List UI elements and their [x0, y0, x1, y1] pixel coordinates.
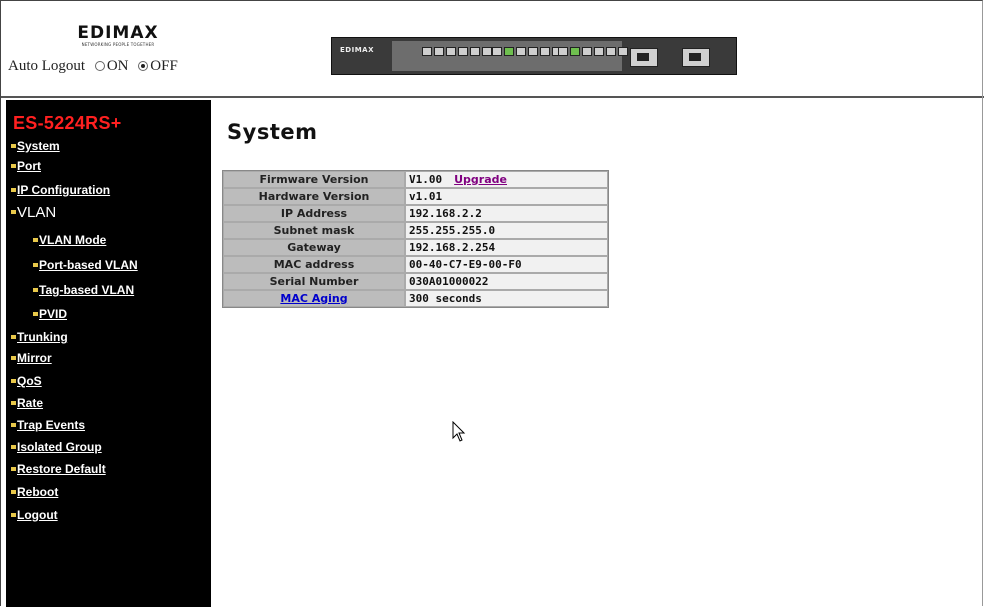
sidebar-item-port-based-vlan[interactable]: Port-based VLAN	[33, 258, 138, 272]
port-group-3	[558, 47, 628, 67]
bullet-icon	[11, 143, 16, 148]
model-name: ES-5224RS+	[13, 113, 122, 133]
bullet-icon	[11, 489, 16, 494]
auto-logout-on-radio[interactable]	[94, 61, 105, 72]
bullet-icon	[33, 287, 38, 292]
sidebar-item-pvid[interactable]: PVID	[33, 307, 67, 321]
table-row: Firmware Version V1.00 Upgrade	[223, 171, 608, 188]
mac-aging-value: 300 seconds	[405, 290, 608, 307]
bullet-icon	[11, 422, 16, 427]
system-info-table: Firmware Version V1.00 Upgrade Hardware V…	[222, 170, 609, 308]
auto-logout-off-label: OFF	[150, 58, 178, 74]
port-group-2	[492, 47, 562, 67]
table-row: IP Address 192.168.2.2	[223, 205, 608, 222]
hardware-version-label: Hardware Version	[223, 188, 405, 205]
mac-address-label: MAC address	[223, 256, 405, 273]
bullet-icon	[33, 262, 38, 267]
sidebar-item-mirror[interactable]: Mirror	[11, 351, 52, 365]
auto-logout-label: Auto Logout	[8, 58, 86, 74]
ip-address-label: IP Address	[223, 205, 405, 222]
mac-aging-link[interactable]: MAC Aging	[280, 292, 347, 305]
firmware-version-label: Firmware Version	[223, 171, 405, 188]
sidebar-item-ip-configuration[interactable]: IP Configuration	[11, 183, 110, 197]
firmware-version-value: V1.00 Upgrade	[405, 171, 608, 188]
sidebar-item-qos[interactable]: QoS	[11, 374, 42, 388]
sidebar-item-restore-default[interactable]: Restore Default	[11, 462, 106, 476]
auto-logout-control: Auto Logout ON OFF	[8, 58, 178, 75]
sidebar-item-isolated-group[interactable]: Isolated Group	[11, 440, 102, 454]
bullet-icon	[11, 512, 16, 517]
serial-number-label: Serial Number	[223, 273, 405, 290]
sidebar-item-vlan[interactable]: VLAN	[11, 204, 56, 221]
bullet-icon	[11, 187, 16, 192]
bullet-icon	[11, 163, 16, 168]
port-group-1	[422, 47, 492, 67]
auto-logout-off-radio[interactable]	[138, 61, 149, 72]
sidebar-item-trap-events[interactable]: Trap Events	[11, 418, 85, 432]
bullet-icon	[11, 355, 16, 360]
bullet-icon	[33, 237, 38, 242]
table-row: Gateway 192.168.2.254	[223, 239, 608, 256]
bullet-icon	[11, 444, 16, 449]
gateway-label: Gateway	[223, 239, 405, 256]
upgrade-link[interactable]: Upgrade	[454, 173, 507, 186]
bullet-icon	[11, 334, 16, 339]
switch-brand: EDIMAX	[340, 46, 374, 54]
sidebar-item-rate[interactable]: Rate	[11, 396, 43, 410]
sidebar: ES-5224RS+ System Port IP Configuration …	[6, 100, 211, 607]
table-row: MAC Aging 300 seconds	[223, 290, 608, 307]
mouse-pointer-icon	[452, 421, 466, 442]
auto-logout-on-label: ON	[106, 58, 129, 74]
sidebar-item-logout[interactable]: Logout	[11, 508, 58, 522]
bullet-icon	[11, 210, 16, 215]
header: EDIMAX NETWORKING PEOPLE TOGETHER Auto L…	[0, 0, 984, 98]
table-row: Serial Number 030A01000022	[223, 273, 608, 290]
table-row: Subnet mask 255.255.255.0	[223, 222, 608, 239]
sidebar-item-system[interactable]: System	[11, 139, 60, 153]
table-row: Hardware Version v1.01	[223, 188, 608, 205]
sidebar-item-tag-based-vlan[interactable]: Tag-based VLAN	[33, 283, 134, 297]
sidebar-item-port[interactable]: Port	[11, 159, 41, 173]
subnet-mask-label: Subnet mask	[223, 222, 405, 239]
ip-address-value: 192.168.2.2	[405, 205, 608, 222]
bullet-icon	[11, 400, 16, 405]
sidebar-item-trunking[interactable]: Trunking	[11, 330, 68, 344]
sfp-port-2	[682, 48, 710, 67]
serial-number-value: 030A01000022	[405, 273, 608, 290]
edimax-logo: EDIMAX NETWORKING PEOPLE TOGETHER	[77, 23, 159, 47]
mac-address-value: 00-40-C7-E9-00-F0	[405, 256, 608, 273]
sfp-port-1	[630, 48, 658, 67]
gateway-value: 192.168.2.254	[405, 239, 608, 256]
sidebar-item-vlan-mode[interactable]: VLAN Mode	[33, 233, 106, 247]
mac-aging-label: MAC Aging	[223, 290, 405, 307]
table-row: MAC address 00-40-C7-E9-00-F0	[223, 256, 608, 273]
subnet-mask-value: 255.255.255.0	[405, 222, 608, 239]
bullet-icon	[11, 378, 16, 383]
bullet-icon	[11, 466, 16, 471]
sidebar-item-reboot[interactable]: Reboot	[11, 485, 58, 499]
page-title: System	[227, 120, 318, 144]
bullet-icon	[33, 311, 38, 316]
switch-front-panel-image: EDIMAX	[331, 37, 737, 75]
hardware-version-value: v1.01	[405, 188, 608, 205]
